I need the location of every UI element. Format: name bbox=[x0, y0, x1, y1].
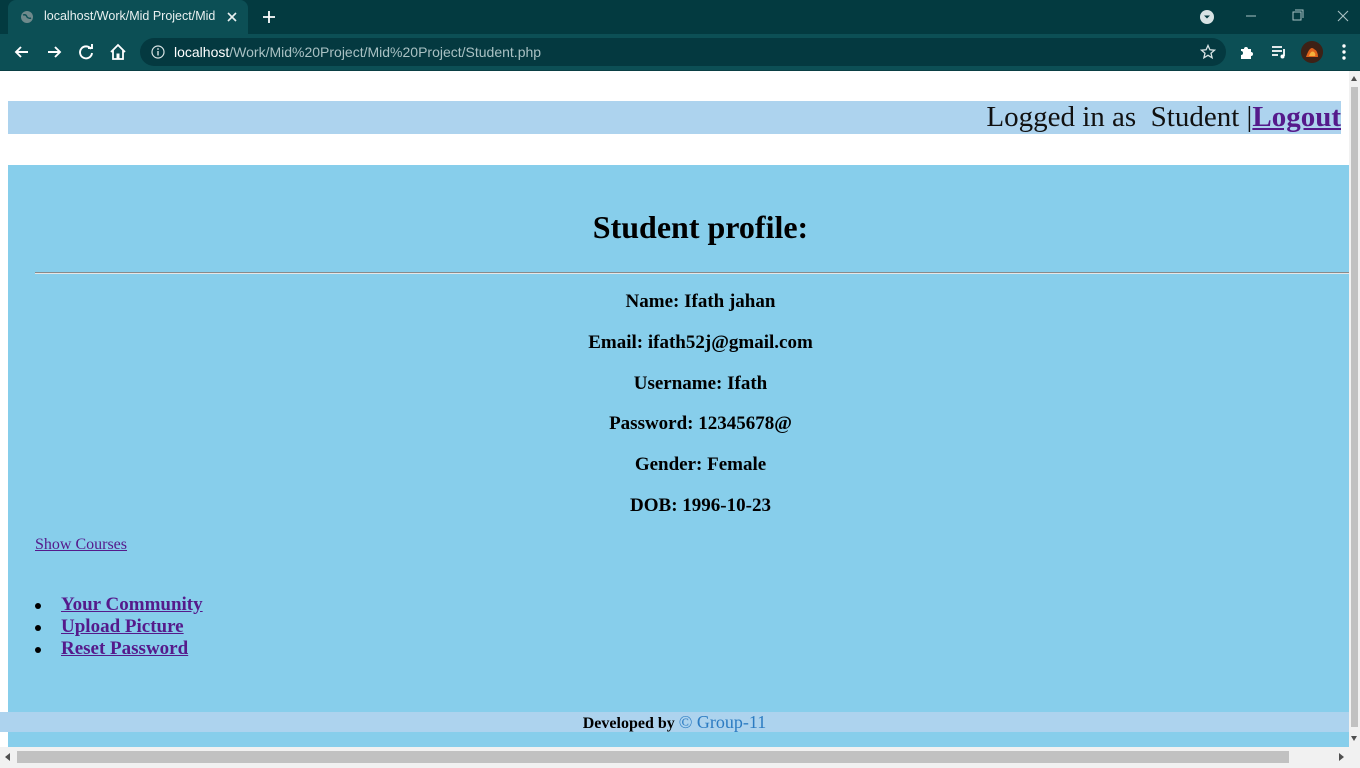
horizontal-scroll-thumb[interactable] bbox=[17, 751, 1289, 763]
login-status: Logged in as Student |Logout bbox=[986, 101, 1341, 134]
home-icon[interactable] bbox=[108, 42, 128, 62]
profile-name: Name: Ifath jahan bbox=[625, 291, 776, 312]
footer: Developed by © Group-11 bbox=[0, 712, 1349, 732]
browser-toolbar: localhost/Work/Mid%20Project/Mid%20Proje… bbox=[0, 34, 1360, 70]
url-host: localhost bbox=[174, 44, 230, 60]
list-item: Your Community bbox=[35, 594, 203, 616]
bullet bbox=[35, 647, 41, 653]
vertical-scrollbar[interactable] bbox=[1349, 71, 1360, 747]
vertical-scroll-thumb[interactable] bbox=[1351, 87, 1358, 727]
browser-titlebar: localhost/Work/Mid Project/Mid bbox=[0, 0, 1360, 34]
address-bar[interactable]: localhost/Work/Mid%20Project/Mid%20Proje… bbox=[140, 38, 1226, 66]
close-icon[interactable] bbox=[224, 9, 240, 25]
info-icon[interactable] bbox=[151, 45, 165, 59]
student-menu: Your Community Upload Picture Reset Pass… bbox=[35, 594, 203, 660]
list-item: Upload Picture bbox=[35, 616, 203, 638]
profile-email: Email: ifath52j@gmail.com bbox=[588, 332, 813, 353]
scroll-up-arrow[interactable] bbox=[1351, 76, 1357, 81]
login-status-bar: Logged in as Student |Logout bbox=[8, 101, 1341, 134]
group-credit: © Group-11 bbox=[678, 712, 767, 732]
upload-picture-link[interactable]: Upload Picture bbox=[61, 616, 184, 637]
browser-tab[interactable]: localhost/Work/Mid Project/Mid bbox=[8, 0, 248, 34]
scroll-right-arrow[interactable] bbox=[1339, 753, 1344, 761]
profile-gender: Gender: Female bbox=[634, 454, 767, 475]
scroll-down-arrow[interactable] bbox=[1351, 736, 1357, 741]
logged-in-label: Logged in as Student | bbox=[986, 101, 1253, 133]
minimize-icon[interactable] bbox=[1236, 4, 1266, 28]
star-icon[interactable] bbox=[1200, 44, 1216, 60]
show-courses-link[interactable]: Show Courses bbox=[35, 536, 127, 554]
page-viewport: Logged in as Student |Logout Student pro… bbox=[0, 71, 1349, 747]
maximize-icon[interactable] bbox=[1282, 4, 1312, 28]
puzzle-icon[interactable] bbox=[1238, 43, 1256, 61]
developed-by-label: Developed by bbox=[582, 715, 675, 732]
tab-title: localhost/Work/Mid Project/Mid bbox=[44, 9, 216, 23]
your-community-link[interactable]: Your Community bbox=[61, 594, 203, 615]
forward-arrow-icon[interactable] bbox=[44, 42, 64, 62]
profile-username: Username: Ifath bbox=[633, 373, 768, 394]
reset-password-link[interactable]: Reset Password bbox=[61, 638, 188, 659]
horizontal-scrollbar[interactable] bbox=[0, 747, 1360, 768]
url-path: /Work/Mid%20Project/Mid%20Project/Studen… bbox=[229, 44, 542, 60]
back-arrow-icon[interactable] bbox=[12, 42, 32, 62]
chevron-down-icon[interactable] bbox=[1199, 9, 1215, 25]
window-close-icon[interactable] bbox=[1328, 4, 1358, 28]
page-title: Student profile: bbox=[592, 209, 809, 245]
avatar[interactable] bbox=[1301, 41, 1323, 63]
plus-icon[interactable] bbox=[260, 8, 278, 26]
reload-icon[interactable] bbox=[76, 42, 96, 62]
profile-dob: DOB: 1996-10-23 bbox=[630, 495, 771, 516]
divider bbox=[35, 272, 1349, 274]
globe-icon bbox=[21, 11, 33, 23]
url-text[interactable]: localhost/Work/Mid%20Project/Mid%20Proje… bbox=[174, 44, 541, 60]
list-item: Reset Password bbox=[35, 638, 203, 660]
avatar-image bbox=[1301, 41, 1323, 63]
logout-link[interactable]: Logout bbox=[1252, 101, 1341, 133]
bullet bbox=[35, 603, 41, 609]
profile-panel: Student profile: Name: Ifath jahan Email… bbox=[8, 165, 1349, 747]
media-queue-icon[interactable] bbox=[1270, 43, 1288, 61]
bullet bbox=[35, 625, 41, 631]
scroll-left-arrow[interactable] bbox=[5, 753, 10, 761]
profile-password: Password: 12345678@ bbox=[609, 413, 792, 434]
kebab-menu-icon[interactable] bbox=[1336, 43, 1352, 61]
